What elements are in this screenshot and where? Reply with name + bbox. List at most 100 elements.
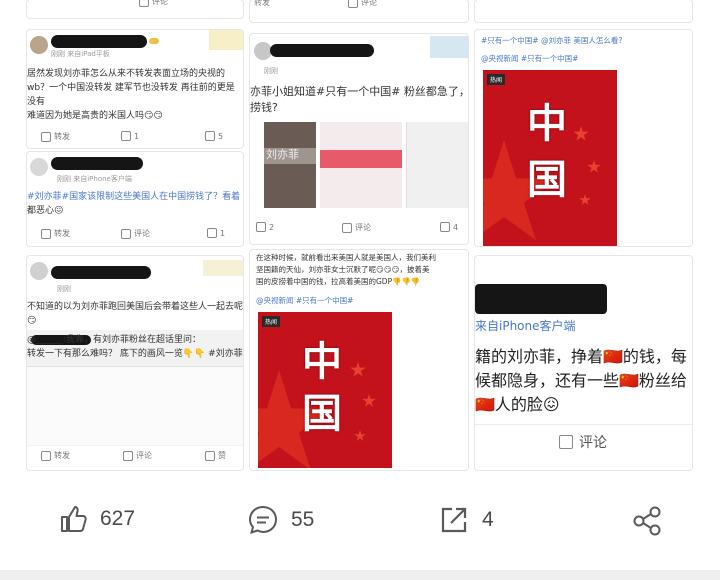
source-tag[interactable]: @央视新闻 #只有一个中国# [256, 294, 353, 308]
post-text: #只有一个中国# @刘亦菲 美国人怎么看? [481, 36, 623, 45]
comment-icon [248, 505, 278, 535]
like-button[interactable]: 627 [58, 504, 135, 534]
comment-icon [123, 450, 133, 461]
post-meta: 刚刚 [264, 67, 278, 75]
forward-button[interactable]: 转发 [41, 131, 70, 142]
post-text-line: 亦菲小姐知道#只有一个中国# 粉丝都急了，怕 [250, 85, 468, 98]
thumbs-up-icon [440, 222, 450, 232]
post-text-line: 没有 [27, 97, 46, 107]
forward-button[interactable]: 转发 [41, 450, 70, 461]
post-card-e[interactable]: 在这种时候，就前看出来美国人就是美国人，我们美利 坚国籍的天仙，刘亦菲女士沉默了… [250, 250, 468, 470]
avatar [30, 158, 48, 176]
like-button[interactable]: 5 [205, 131, 223, 141]
comment-button[interactable]: 评论 [348, 0, 377, 8]
thumbs-up-icon [61, 506, 87, 532]
comment-button[interactable]: 评论 [121, 228, 150, 239]
like-button[interactable]: 1 [207, 228, 225, 238]
post-card-b[interactable]: 刚刚 来自iPhone客户端 #刘亦菲#国家该限制这些美国人在中国捞钱了？看着 … [27, 152, 243, 246]
forward-icon [41, 228, 51, 239]
post-text-line: 籍的刘亦菲，挣着🇨🇳的钱，每 [475, 347, 687, 366]
comment-icon [342, 222, 352, 233]
image-thumbnail [320, 122, 402, 208]
more-share-button[interactable] [630, 504, 664, 538]
redacted-username [270, 44, 374, 57]
post-text-line: 不知道的以为刘亦菲跑回美国后会带着这些人一起去呢 [27, 302, 243, 312]
thumbnail-caption: 刘亦菲 [266, 148, 299, 161]
post-card-c[interactable]: 刚刚 不知道的以为刘亦菲跑回美国后会带着这些人一起去呢 😏 @______:我靠… [27, 256, 243, 470]
post-card-top-left: 评论 [27, 0, 243, 18]
post-card-d[interactable]: 刚刚 亦菲小姐知道#只有一个中国# 粉丝都急了，怕 捞钱? 刘亦菲 2 评论 4 [250, 34, 468, 244]
forward-button[interactable]: 转发 [41, 228, 70, 239]
post-text-line: 都恶心😖 [27, 206, 64, 216]
post-meta: 来自iPhone客户端 [475, 319, 576, 333]
comment-button[interactable]: 评论 [139, 0, 168, 7]
post-meta: 刚刚 [57, 285, 71, 293]
divider [475, 424, 692, 425]
post-text-line: wb？一个中国没转发 建军节也没转发 再往前的更是 [27, 83, 235, 93]
post-text-line: 😏 [27, 316, 37, 326]
source-tag[interactable]: @央视新闻 #只有一个中国# [481, 52, 578, 66]
post-card-top-right [475, 0, 692, 22]
post-text-line: 在这种时候，就前看出来美国人就是美国人，我们美利 [256, 253, 436, 262]
comment-button[interactable]: 1 [121, 131, 139, 141]
forward-button[interactable]: 2 [256, 222, 274, 232]
post-meta: 刚刚 来自iPad平板 [51, 50, 110, 58]
bottom-action-bar: 627 55 4 [0, 478, 720, 570]
post-card-a[interactable]: 刚刚 来自iPad平板 居然发现刘亦菲怎么从来不转发表面立场的央视的 wb？一个… [27, 30, 243, 148]
comment-button[interactable]: 评论 [559, 432, 607, 452]
star-icon [587, 160, 601, 173]
comment-button[interactable]: 55 [247, 504, 314, 536]
bottom-edge [0, 570, 720, 580]
forward-icon [41, 131, 51, 142]
post-text-line: 难道因为她是高贵的米国人吗😏😏 [27, 111, 163, 121]
news-tag: 热闻 [487, 74, 506, 85]
poster-title: 中国 [302, 338, 342, 437]
comment-button[interactable]: 评论 [342, 222, 371, 233]
comment-count: 55 [291, 508, 315, 531]
image-thumbnail: 刘亦菲 [264, 122, 316, 208]
post-card-g[interactable]: 来自iPhone客户端 籍的刘亦菲，挣着🇨🇳的钱，每 候都隐身，还有一些🇨🇳粉丝… [475, 256, 692, 470]
comment-icon [559, 435, 573, 449]
avatar-secondary [209, 30, 243, 50]
share-count: 4 [482, 508, 494, 531]
avatar-secondary [203, 260, 243, 276]
share-button[interactable]: 4 [438, 504, 494, 536]
avatar [30, 36, 48, 54]
post-text-line: #刘亦菲#国家该限制这些美国人在中国捞钱了？看着 [27, 192, 241, 202]
redacted-username [51, 157, 143, 170]
like-button[interactable]: 赞 [205, 450, 226, 461]
badge-icon [149, 38, 159, 44]
comment-icon [121, 131, 131, 141]
thumbnail-highlight [320, 150, 402, 168]
image-thumbnail [406, 122, 468, 208]
thumbs-up-icon [205, 131, 215, 141]
redacted-username [51, 35, 147, 48]
quoted-post[interactable]: @______:我靠，有刘亦菲粉丝在超话里问： 转发一下有那么难吗？ 底下的画风… [27, 330, 243, 446]
star-icon [573, 126, 589, 141]
comment-icon [139, 0, 149, 7]
star-icon [362, 394, 376, 407]
like-button[interactable]: 4 [440, 222, 458, 232]
avatar [30, 262, 48, 280]
comment-icon [348, 0, 358, 8]
avatar-secondary [430, 36, 468, 58]
network-share-icon [633, 506, 661, 536]
forward-button[interactable]: 转发 [254, 0, 270, 8]
post-card-f[interactable]: #只有一个中国# @刘亦菲 美国人怎么看? @央视新闻 #只有一个中国# 热闻 … [475, 30, 692, 246]
redacted-username [475, 284, 607, 314]
post-text-line: 国的皮捞着中国的钱，拉高着美国的GDP👎👎👎 [256, 277, 421, 286]
screenshot-thumbnail [27, 366, 243, 445]
thumbs-up-icon [205, 450, 215, 461]
china-poster-image: 热闻 中国 [483, 70, 617, 246]
star-icon [354, 430, 366, 441]
comment-button[interactable]: 评论 [123, 450, 152, 461]
star-icon [350, 362, 366, 377]
quote-text-line: 转发一下有那么难吗？ 底下的画风一览👇👇 #刘亦菲# [27, 349, 243, 359]
poster-title: 中国 [527, 100, 567, 203]
news-tag: 热闻 [262, 316, 281, 327]
forward-icon [256, 222, 266, 232]
post-text-line: 捞钱? [250, 101, 278, 114]
post-text-line: 🇨🇳人的脸😖 [475, 395, 560, 414]
quote-text-line: @______:我靠，有刘亦菲粉丝在超话里问： [27, 335, 202, 345]
post-text-line: 候都隐身，还有一些🇨🇳粉丝给 [475, 371, 687, 390]
